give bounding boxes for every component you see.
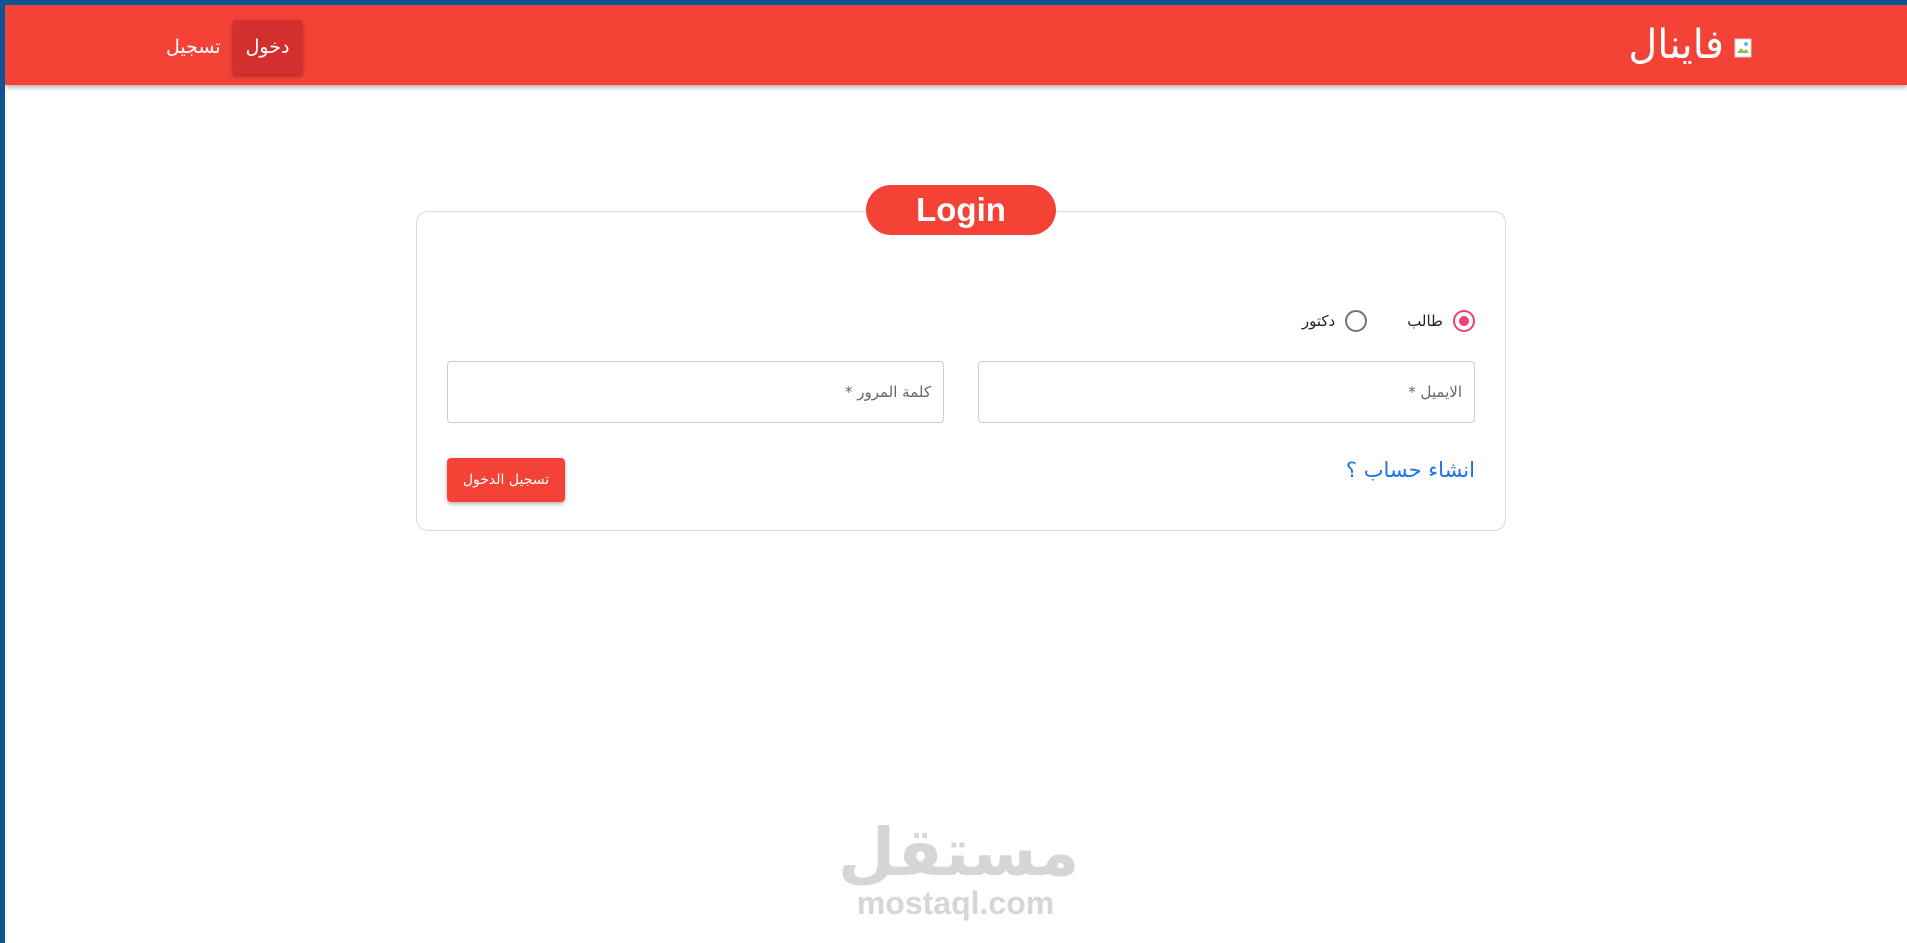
broken-image-icon (1734, 38, 1752, 58)
password-input[interactable] (448, 362, 943, 422)
radio-checked-icon[interactable] (1453, 310, 1475, 332)
login-card: طالب دكتور انشاء حساب ؟ تسجيل الدخول (416, 211, 1506, 531)
submit-login-button[interactable]: تسجيل الدخول (447, 458, 565, 502)
role-label-student: طالب (1407, 312, 1443, 330)
top-app-bar: فاينال تسجيل دخول (5, 5, 1907, 85)
top-nav: تسجيل دخول (160, 20, 303, 74)
role-option-doctor[interactable]: دكتور (1301, 310, 1368, 332)
browser-viewport: فاينال تسجيل دخول Login طالب دكتور الايم… (5, 5, 1907, 943)
brand[interactable]: فاينال (1628, 17, 1752, 73)
watermark-arabic: مستقل (838, 814, 1080, 891)
brand-title: فاينال (1628, 22, 1724, 68)
watermark-latin: mostaql.com (856, 885, 1055, 921)
watermark: مستقل mostaql.com (838, 814, 1080, 921)
create-account-link[interactable]: انشاء حساب ؟ (1346, 458, 1475, 482)
email-input[interactable] (979, 362, 1474, 422)
email-field-container (978, 361, 1475, 423)
role-radio-group: طالب دكتور (1262, 310, 1475, 332)
login-title-badge: Login (866, 185, 1056, 235)
nav-register-link[interactable]: تسجيل (160, 20, 233, 74)
nav-login-link[interactable]: دخول (232, 20, 303, 74)
password-field-container (447, 361, 944, 423)
radio-unchecked-icon[interactable] (1345, 310, 1368, 332)
role-option-student[interactable]: طالب (1407, 310, 1475, 332)
role-label-doctor: دكتور (1301, 312, 1336, 330)
